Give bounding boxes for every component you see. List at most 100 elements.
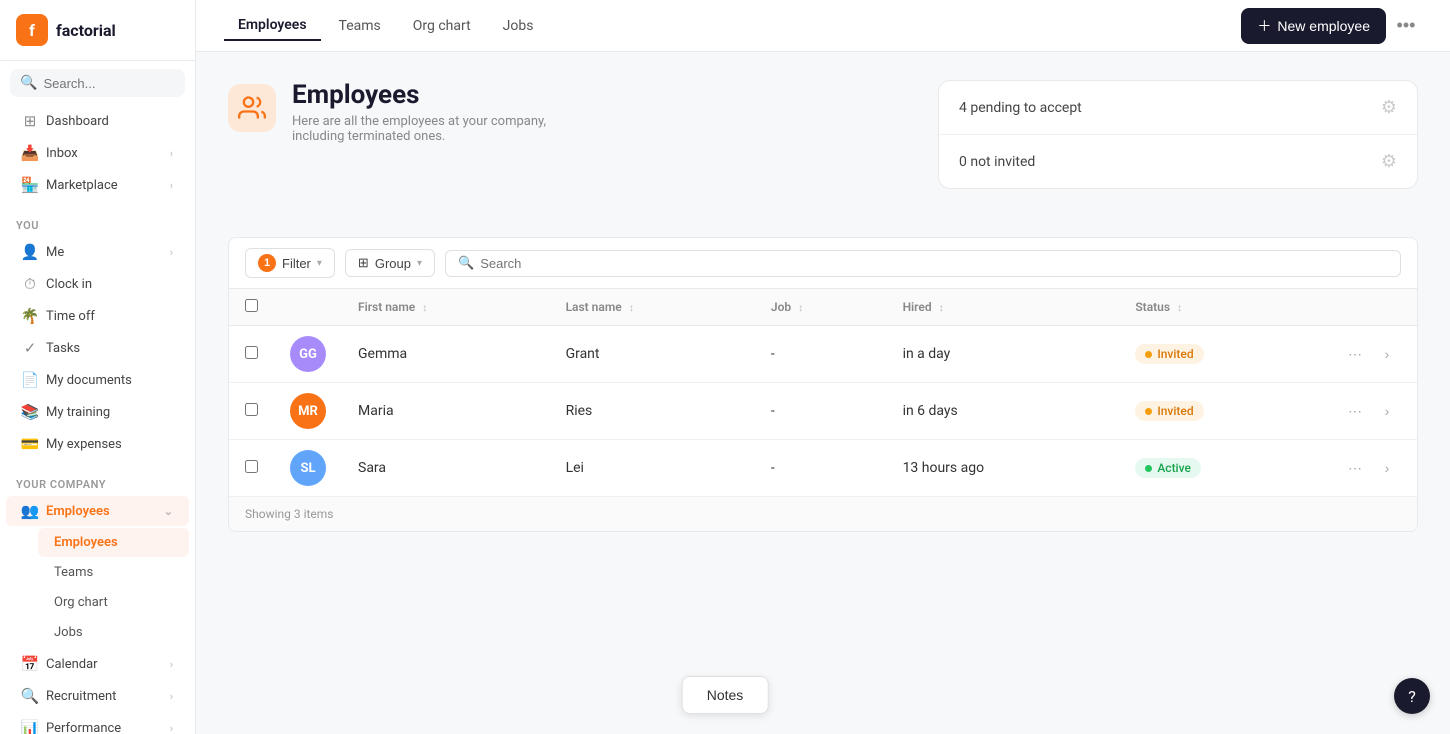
sidebar-search[interactable]: 🔍 ⌘K (10, 69, 185, 97)
sidebar-item-inbox[interactable]: 📥 Inbox › (6, 138, 189, 168)
status-cell: Active (1119, 440, 1325, 497)
employees-submenu: Employees Teams Org chart Jobs (32, 527, 195, 648)
row-checkbox-cell[interactable] (229, 326, 274, 383)
actions-cell: ⋯ › (1325, 326, 1417, 383)
first-name-cell: Gemma (342, 326, 550, 383)
inbox-icon: 📥 (22, 145, 38, 161)
sidebar-item-my-expenses[interactable]: 💳 My expenses (6, 429, 189, 459)
sidebar-item-my-documents[interactable]: 📄 My documents (6, 365, 189, 395)
row-navigate-button[interactable]: › (1373, 454, 1401, 482)
new-employee-button[interactable]: ＋ New employee (1241, 8, 1386, 44)
notes-button[interactable]: Notes (682, 676, 769, 714)
row-navigate-button[interactable]: › (1373, 340, 1401, 368)
sidebar-item-employees[interactable]: 👥 Employees ⌄ (6, 496, 189, 526)
filter-button[interactable]: 1 Filter ▾ (245, 248, 335, 278)
row-more-button[interactable]: ⋯ (1341, 454, 1369, 482)
hired-cell: in a day (887, 326, 1120, 383)
page-subtitle: Here are all the employees at your compa… (292, 114, 546, 144)
not-invited-card: 0 not invited ⚙ (939, 135, 1417, 188)
chevron-down-icon: ⌄ (164, 505, 173, 518)
col-hired[interactable]: Hired ↕ (887, 289, 1120, 326)
row-checkbox[interactable] (245, 460, 258, 473)
tab-jobs[interactable]: Jobs (489, 12, 548, 40)
filter-bar: 1 Filter ▾ ⊞ Group ▾ 🔍 (228, 237, 1418, 288)
table-search[interactable]: 🔍 (445, 250, 1401, 277)
page-header-row: Employees Here are all the employees at … (228, 80, 1418, 213)
sidebar-subitem-org-chart[interactable]: Org chart (38, 588, 189, 617)
sidebar-item-calendar[interactable]: 📅 Calendar › (6, 649, 189, 679)
job-cell: - (755, 383, 887, 440)
row-actions: ⋯ › (1341, 397, 1401, 425)
sidebar-item-label: Inbox (46, 146, 162, 161)
page-title: Employees (292, 80, 546, 110)
sidebar-item-tasks[interactable]: ✓ Tasks (6, 333, 189, 363)
top-navigation: Employees Teams Org chart Jobs ＋ New emp… (196, 0, 1450, 52)
sidebar-item-label: Performance (46, 721, 162, 734)
col-first-name[interactable]: First name ↕ (342, 289, 550, 326)
chevron-down-icon: › (170, 690, 173, 703)
more-options-button[interactable]: ••• (1390, 10, 1422, 42)
sidebar-logo[interactable]: f factorial (0, 0, 195, 61)
last-name-cell: Lei (550, 440, 755, 497)
group-button[interactable]: ⊞ Group ▾ (345, 249, 435, 277)
you-section-label: YOU (0, 209, 195, 236)
tab-teams[interactable]: Teams (325, 12, 395, 40)
sidebar-item-performance[interactable]: 📊 Performance › (6, 713, 189, 734)
sidebar-item-clock-in[interactable]: ⏱ Clock in (6, 269, 189, 299)
chevron-down-icon: › (170, 179, 173, 192)
not-invited-text: 0 not invited (959, 154, 1035, 170)
row-navigate-button[interactable]: › (1373, 397, 1401, 425)
company-section-label: YOUR COMPANY (0, 468, 195, 495)
table-row: MR Maria Ries - in 6 days Invited ⋯ › (229, 383, 1417, 440)
sidebar-item-label: Tasks (46, 341, 173, 356)
sidebar-item-time-off[interactable]: 🌴 Time off (6, 301, 189, 331)
row-checkbox-cell[interactable] (229, 440, 274, 497)
filter-label: Filter (282, 256, 311, 271)
sidebar-item-marketplace[interactable]: 🏪 Marketplace › (6, 170, 189, 200)
pending-accept-text: 4 pending to accept (959, 100, 1082, 116)
first-name-cell: Maria (342, 383, 550, 440)
row-more-button[interactable]: ⋯ (1341, 340, 1369, 368)
tab-org-chart[interactable]: Org chart (399, 12, 485, 40)
hired-cell: in 6 days (887, 383, 1120, 440)
info-cards: 4 pending to accept ⚙ 0 not invited ⚙ (938, 80, 1418, 189)
training-icon: 📚 (22, 404, 38, 420)
help-button[interactable]: ? (1394, 678, 1430, 714)
row-checkbox[interactable] (245, 403, 258, 416)
sidebar-item-me[interactable]: 👤 Me › (6, 237, 189, 267)
page-body: Employees Here are all the employees at … (196, 52, 1450, 734)
ellipsis-icon: ••• (1397, 15, 1416, 36)
row-more-button[interactable]: ⋯ (1341, 397, 1369, 425)
actions-cell: ⋯ › (1325, 383, 1417, 440)
sidebar-item-label: Calendar (46, 657, 162, 672)
sidebar-item-my-training[interactable]: 📚 My training (6, 397, 189, 427)
sidebar-subitem-jobs[interactable]: Jobs (38, 618, 189, 647)
sidebar-item-recruitment[interactable]: 🔍 Recruitment › (6, 681, 189, 711)
sidebar-item-dashboard[interactable]: ⊞ Dashboard (6, 106, 189, 136)
page-header: Employees Here are all the employees at … (228, 80, 546, 144)
settings-icon[interactable]: ⚙ (1381, 97, 1397, 118)
settings-icon[interactable]: ⚙ (1381, 151, 1397, 172)
select-all-checkbox[interactable] (245, 299, 258, 312)
sidebar-item-label: Time off (46, 309, 173, 324)
select-all-cell[interactable] (229, 289, 274, 326)
tab-employees[interactable]: Employees (224, 11, 321, 41)
col-job[interactable]: Job ↕ (755, 289, 887, 326)
row-checkbox[interactable] (245, 346, 258, 359)
search-input[interactable] (480, 256, 1388, 271)
status-dot (1145, 465, 1152, 472)
col-last-name[interactable]: Last name ↕ (550, 289, 755, 326)
sidebar-subitem-employees[interactable]: Employees (38, 528, 189, 557)
filter-count: 1 (258, 254, 276, 272)
col-actions (1325, 289, 1417, 326)
col-status[interactable]: Status ↕ (1119, 289, 1325, 326)
sidebar-subitem-teams[interactable]: Teams (38, 558, 189, 587)
search-input[interactable] (43, 76, 196, 91)
table-footer: Showing 3 items (229, 496, 1417, 531)
documents-icon: 📄 (22, 372, 38, 388)
row-checkbox-cell[interactable] (229, 383, 274, 440)
status-cell: Invited (1119, 383, 1325, 440)
sidebar-item-label: Marketplace (46, 178, 162, 193)
search-icon: 🔍 (20, 75, 37, 91)
status-text: Invited (1157, 404, 1193, 418)
